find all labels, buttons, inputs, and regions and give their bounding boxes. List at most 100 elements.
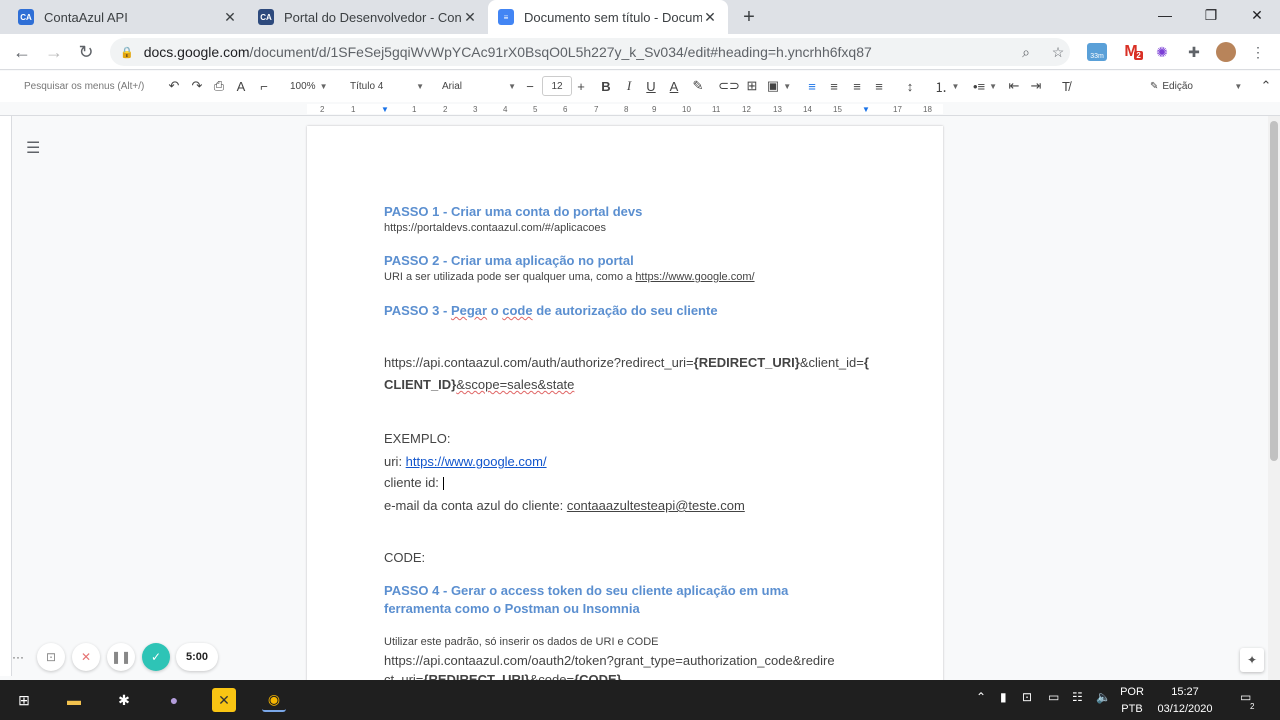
text-color-icon[interactable]: A — [666, 76, 682, 96]
comment-icon[interactable]: ⊞ — [744, 76, 760, 96]
ruler-tick: 13 — [773, 105, 782, 114]
step3-title-a: PASSO 3 - — [384, 303, 451, 318]
camera-tray-icon[interactable]: ⊡ — [1022, 690, 1032, 704]
ruler-tick: 7 — [594, 105, 599, 114]
uri-link[interactable]: https://www.google.com/ — [406, 454, 547, 469]
gmail-icon[interactable]: M2 — [1120, 42, 1143, 62]
app-icon[interactable]: ● — [162, 688, 186, 712]
vertical-scrollbar[interactable] — [1268, 116, 1280, 680]
redo-icon[interactable]: ↷ — [189, 76, 205, 96]
new-tab-button[interactable]: + — [738, 6, 760, 28]
decrease-size-icon[interactable]: − — [524, 76, 536, 96]
right-indent-marker-icon[interactable]: ▼ — [862, 105, 870, 114]
client-id-line[interactable]: cliente id: — [384, 475, 444, 491]
language-indicator[interactable]: POR PTB — [1118, 684, 1146, 718]
ruler-tick: 18 — [923, 105, 932, 114]
token-url-2b: {REDIRECT_URI} — [423, 672, 530, 680]
more-icon[interactable]: ··· — [4, 643, 32, 671]
network-icon[interactable]: ☷ — [1072, 690, 1083, 704]
italic-icon[interactable]: I — [621, 76, 637, 96]
link-icon[interactable]: ⊂⊃ — [718, 76, 740, 96]
align-center-icon[interactable]: ≡ — [826, 76, 842, 96]
close-tab-icon[interactable]: ✕ — [222, 9, 238, 25]
editing-mode-select[interactable]: ✎ Edição ▼ — [1150, 76, 1248, 96]
collapse-icon[interactable]: ⌃ — [1258, 76, 1274, 96]
font-select[interactable]: Arial ▼ — [442, 76, 516, 96]
image-icon[interactable]: ▣ ▼ — [765, 76, 793, 96]
paint-format-icon[interactable]: ⌐ — [256, 76, 272, 96]
forward-icon[interactable]: → — [44, 42, 64, 62]
clock[interactable]: 15:27 03/12/2020 — [1152, 684, 1218, 718]
ruler-tick: 1 — [351, 105, 356, 114]
underline-icon[interactable]: U — [643, 76, 659, 96]
email-value[interactable]: contaaazultesteapi@teste.com — [567, 498, 745, 513]
restore-button[interactable]: ❐ — [1188, 0, 1234, 30]
print-icon[interactable]: ⎙ — [211, 76, 227, 96]
back-icon[interactable]: ← — [12, 42, 32, 62]
numbered-list-icon[interactable]: ⒈ ▼ — [932, 76, 962, 96]
auth-url-1c: &client_id= — [799, 355, 864, 370]
close-tab-icon[interactable]: ✕ — [462, 9, 478, 25]
bulleted-list-icon[interactable]: •≡ ▼ — [970, 76, 1000, 96]
ruler-tick: 3 — [473, 105, 478, 114]
indent-marker-icon[interactable]: ▼ — [381, 105, 389, 114]
device-icon[interactable]: ▮ — [1000, 690, 1007, 704]
scrollbar-thumb[interactable] — [1270, 121, 1278, 461]
ruler-tick: 5 — [533, 105, 538, 114]
auth-url-1d: { — [863, 355, 869, 370]
highlight-icon[interactable]: ✎ — [690, 76, 706, 96]
decrease-indent-icon[interactable]: ⇤ — [1006, 76, 1022, 96]
battery-icon[interactable]: ▭ — [1048, 690, 1059, 704]
clear-formatting-icon[interactable]: T̸ — [1058, 76, 1074, 96]
star-icon[interactable]: ☆ — [1047, 42, 1069, 62]
pause-icon[interactable]: ❚❚ — [107, 643, 135, 671]
undo-icon[interactable]: ↶ — [166, 76, 182, 96]
zoom-select[interactable]: 100% ▼ — [290, 76, 336, 96]
puzzle-icon[interactable]: ✚ — [1183, 42, 1205, 62]
url-host: docs.google.com — [143, 44, 250, 60]
volume-icon[interactable]: 🔈 — [1096, 690, 1111, 704]
document-outline-icon[interactable]: ☰ — [26, 138, 40, 158]
bold-icon[interactable]: B — [598, 76, 614, 96]
tab-contaazul-api[interactable]: CA ContaAzul API ✕ — [8, 0, 248, 34]
windows-start-icon[interactable]: ⊞ — [12, 688, 36, 712]
ruler-tick: 1 — [412, 105, 417, 114]
align-right-icon[interactable]: ≡ — [849, 76, 865, 96]
chevron-up-icon[interactable]: ⌃ — [976, 690, 986, 704]
token-url-2c: &code= — [529, 672, 575, 680]
increase-indent-icon[interactable]: ⇥ — [1028, 76, 1044, 96]
style-select[interactable]: Título 4 ▼ — [350, 76, 424, 96]
search-icon[interactable]: ⌕ — [1015, 42, 1037, 62]
sticky-icon[interactable]: ✕ — [212, 688, 236, 712]
file-explorer-icon[interactable]: ▬ — [62, 688, 86, 712]
menu-search-input[interactable]: Pesquisar os menus (Alt+/) — [18, 75, 158, 97]
step1-url-text: https://portaldevs.contaazul.com/#/aplic… — [384, 222, 606, 234]
explore-icon[interactable]: ✦ — [1240, 648, 1264, 672]
align-justify-icon[interactable]: ≡ — [871, 76, 887, 96]
step3-heading: PASSO 3 - Pegar o code de autorização do… — [384, 303, 718, 318]
avatar[interactable] — [1215, 42, 1237, 62]
step2-link[interactable]: https://www.google.com/ — [635, 271, 754, 283]
extension-icon[interactable]: ✺ — [1151, 42, 1173, 62]
increase-size-icon[interactable]: + — [575, 76, 587, 96]
tab-google-doc[interactable]: ≡ Documento sem título - Docume ✕ — [488, 0, 728, 34]
close-tab-icon[interactable]: ✕ — [702, 9, 718, 25]
recording-timer: 5:00 — [176, 643, 218, 671]
spellcheck-icon[interactable]: A — [233, 76, 249, 96]
chrome-icon[interactable]: ◉ — [262, 688, 286, 712]
reload-icon[interactable]: ↻ — [76, 42, 96, 62]
omnibox[interactable]: 🔒 docs.google.com/document/d/1SFeSej5gqi… — [110, 38, 1070, 66]
align-left-icon[interactable]: ≡ — [804, 76, 820, 96]
tab-portal-desenvolvedor[interactable]: CA Portal do Desenvolvedor - Conta ✕ — [248, 0, 488, 34]
slack-icon[interactable]: ✱ — [112, 688, 136, 712]
ruler-tick: 8 — [624, 105, 629, 114]
line-spacing-icon[interactable]: ↕ — [902, 76, 918, 96]
camera-icon[interactable]: ⊡ — [37, 643, 65, 671]
timer-extension-icon[interactable]: 33m — [1086, 42, 1108, 62]
menu-icon[interactable]: ⋮ — [1247, 42, 1269, 62]
close-window-button[interactable]: ✕ — [1234, 0, 1280, 30]
font-size-input[interactable]: 12 — [542, 76, 572, 96]
cancel-recording-icon[interactable]: ✕ — [72, 643, 100, 671]
finish-recording-icon[interactable]: ✓ — [142, 643, 170, 671]
minimize-button[interactable]: — — [1142, 0, 1188, 30]
